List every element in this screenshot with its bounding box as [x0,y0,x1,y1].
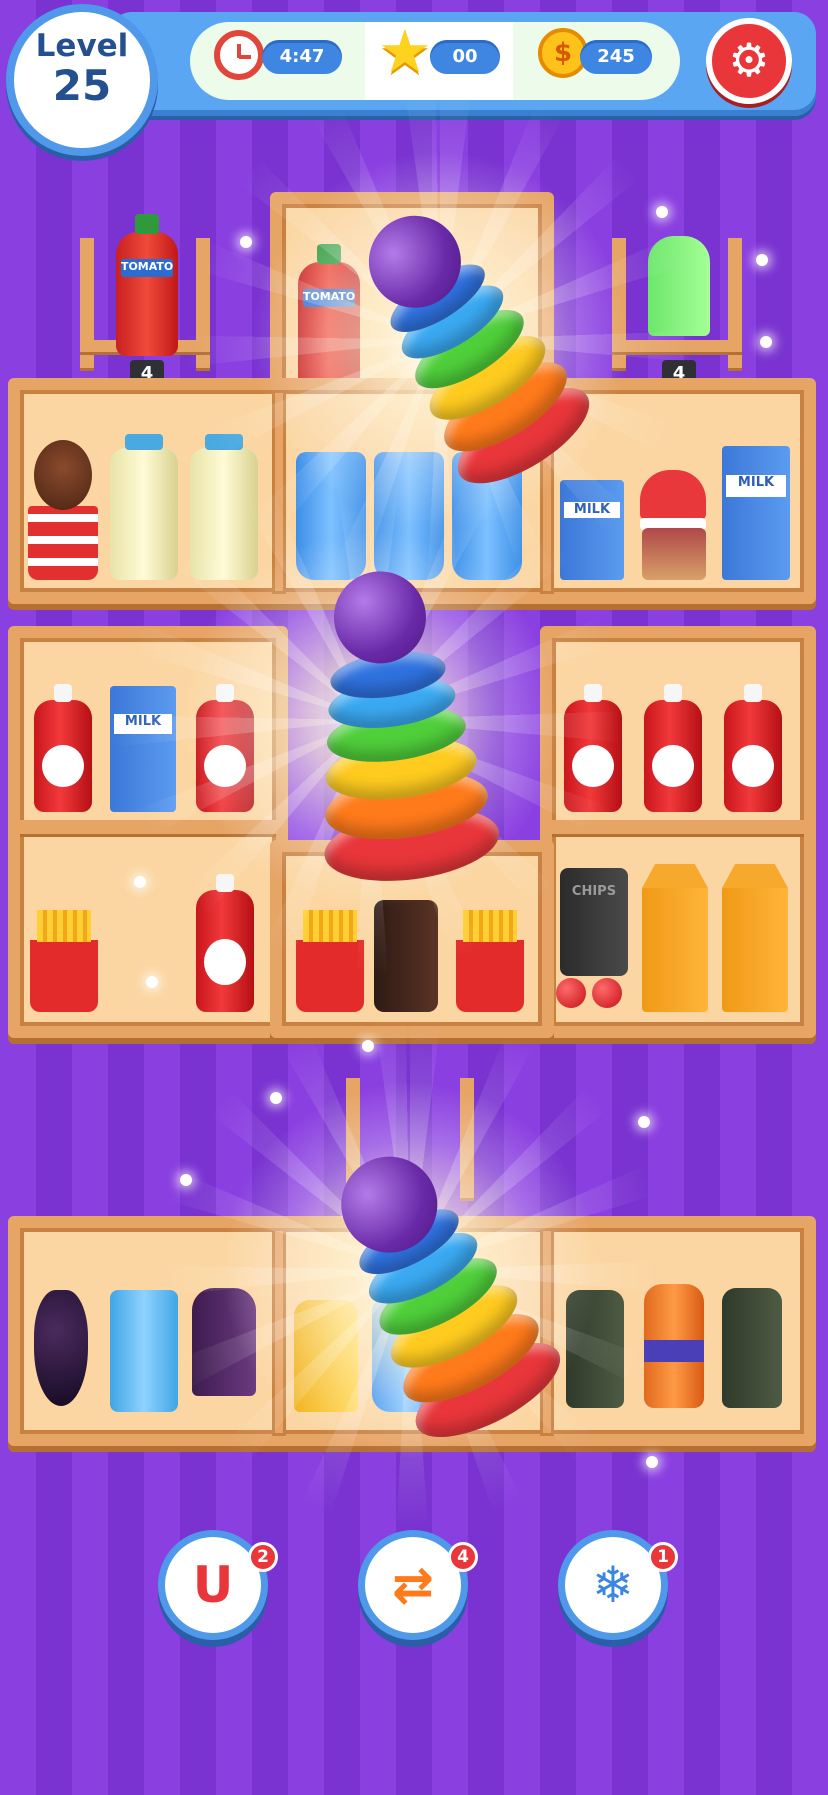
cherry [592,978,622,1008]
eggplant[interactable] [34,1290,88,1406]
sparkle [656,206,668,218]
ketchup-bottle[interactable] [724,684,782,812]
star-icon: ★ [378,17,432,87]
orange-juice-carton[interactable] [722,886,788,1012]
roast-chicken [34,440,92,510]
milk-carton[interactable]: MILK [722,446,790,580]
sparkle [180,1174,192,1186]
stars-value: 00 [430,40,500,74]
sparkle [134,876,146,888]
sparkle [646,1456,658,1468]
orange-juice-carton[interactable] [642,886,708,1012]
freeze-count: 1 [648,1542,678,1572]
sparkle [240,236,252,248]
magnet-count: 2 [248,1542,278,1572]
strawberry-sauce-bottle[interactable] [644,684,702,812]
shuffle-icon: ⇄ [392,1556,434,1614]
cake-box [642,528,706,580]
ketchup-bottle[interactable] [34,684,92,812]
tomato-label: TOMATO [120,259,173,277]
coins-value: 245 [580,40,652,74]
cherry [556,978,586,1008]
tomato-juice-bottle[interactable]: TOMATO [116,214,178,356]
clock-icon [214,30,264,80]
snowflake-clock-icon: ❄ [592,1556,634,1614]
sparkle [638,1116,650,1128]
avocado-sauce-bottle[interactable] [722,1288,782,1408]
magnet-icon: U [192,1556,234,1614]
french-fries[interactable] [30,910,98,1012]
chicken-bucket[interactable] [28,506,98,580]
sparkle [760,336,772,348]
sparkle [146,976,158,988]
settings-button[interactable]: ⚙ [706,18,792,104]
milk-label: MILK [726,475,786,497]
sparkle [270,1092,282,1104]
shuffle-count: 4 [448,1542,478,1572]
gear-icon: ⚙ [728,33,770,87]
timer-value: 4:47 [262,40,342,74]
level-label: Level [35,28,129,64]
level-badge: Level 25 [6,4,158,156]
sparkle [756,254,768,266]
level-number: 25 [52,61,112,110]
chips-label: CHIPS [571,884,617,899]
sparkle [362,1040,374,1052]
